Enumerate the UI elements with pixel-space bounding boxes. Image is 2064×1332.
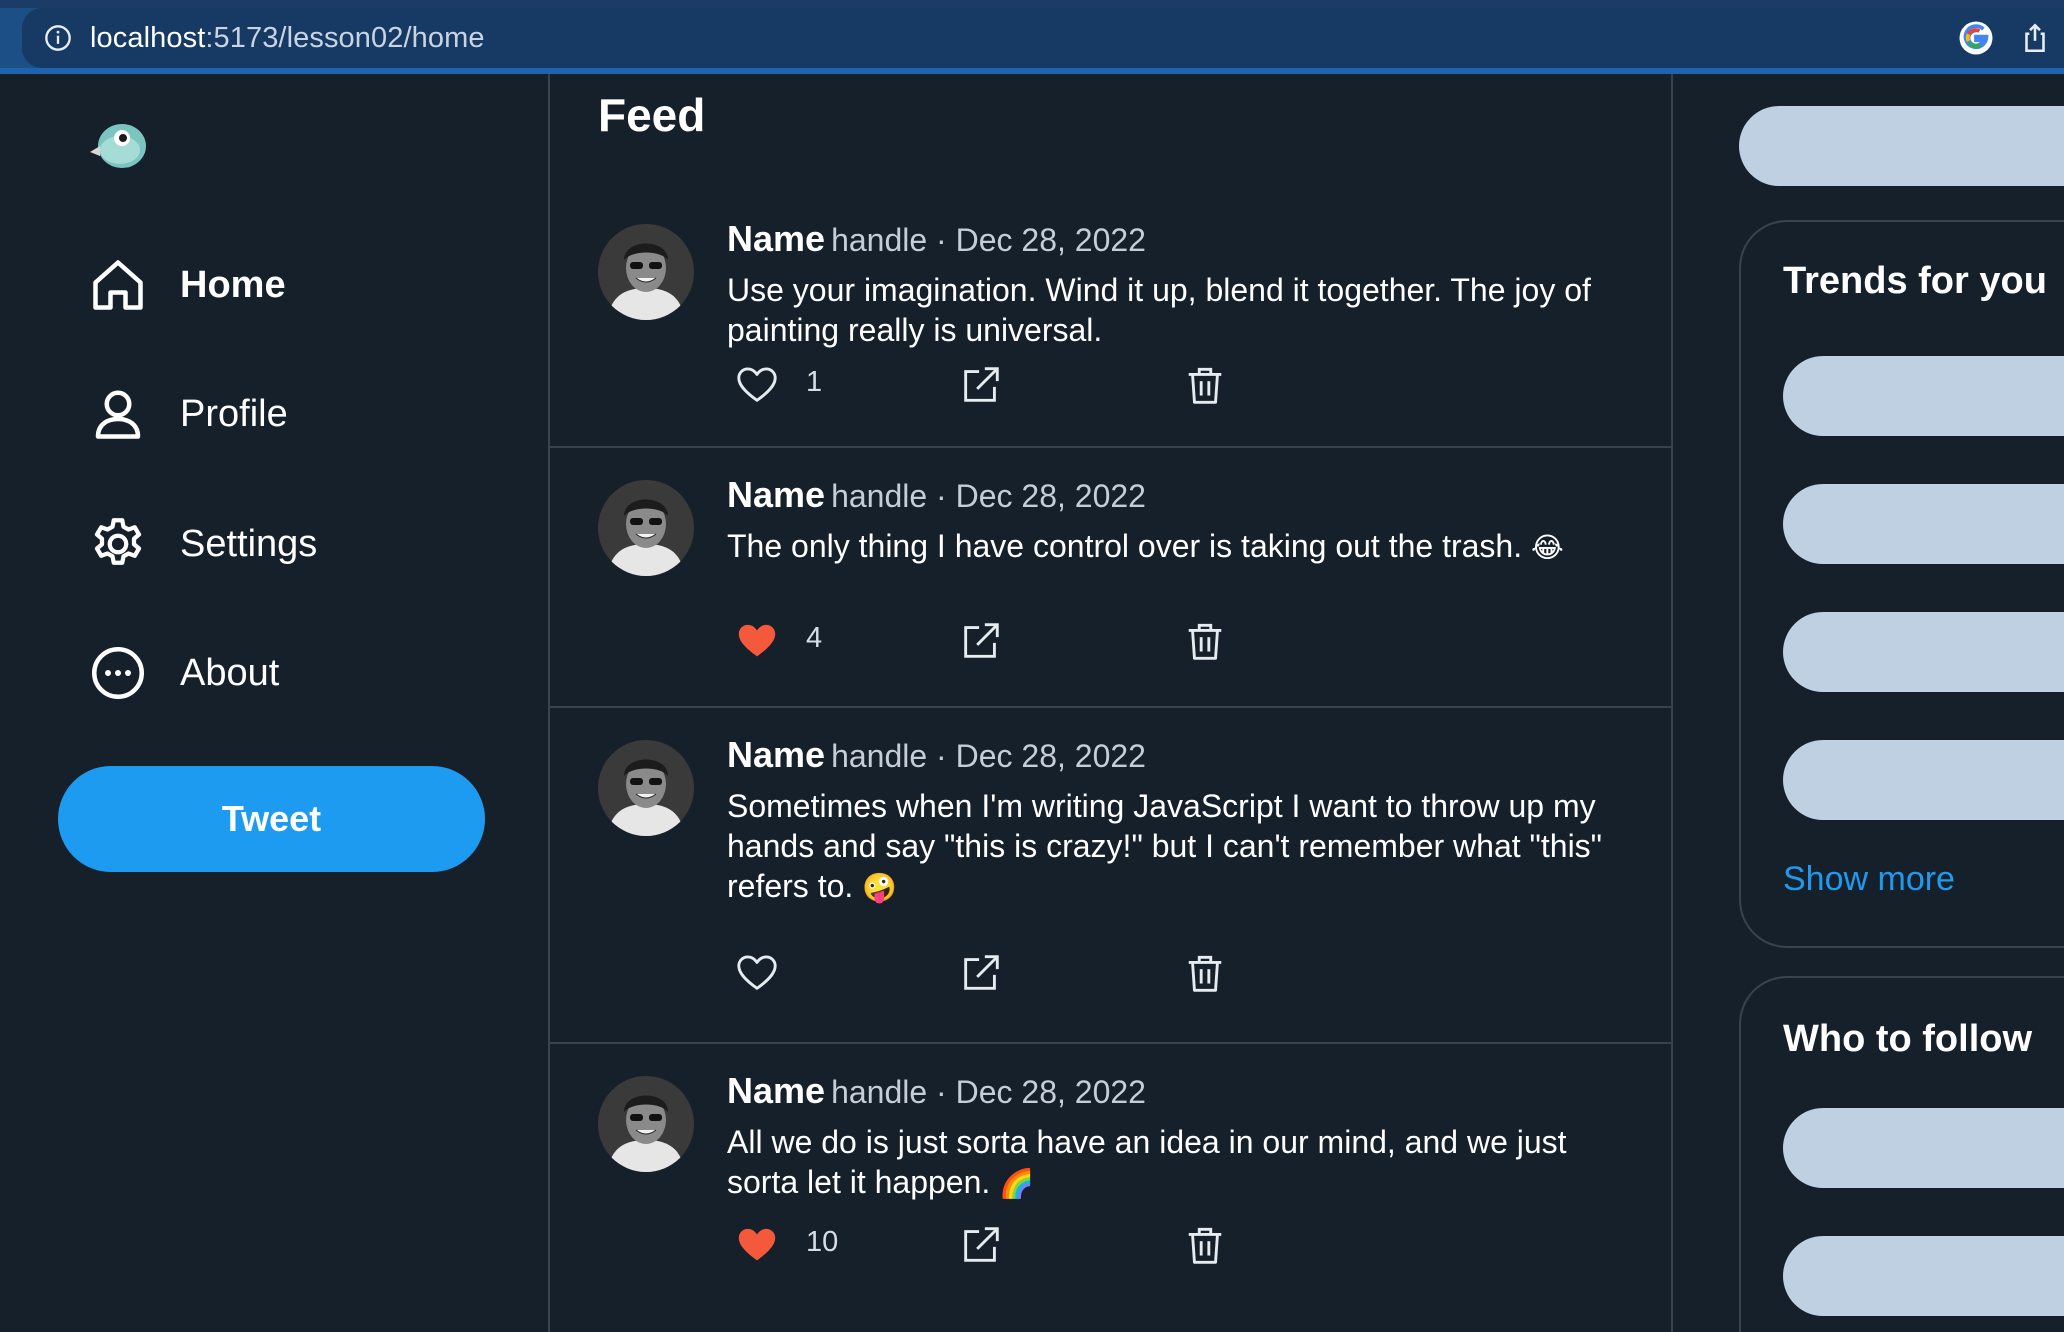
post-text: All we do is just sorta have an idea in …	[727, 1122, 1627, 1204]
address-bar[interactable]: localhost:5173/lesson02/home	[22, 8, 2064, 68]
trend-placeholder[interactable]	[1783, 484, 2064, 564]
post-meta: handle · Dec 28, 2022	[831, 222, 1146, 258]
sidebar-item-profile[interactable]: Profile	[88, 379, 288, 449]
trash-icon[interactable]	[1182, 950, 1228, 996]
feed-post: Name handle · Dec 28, 2022 All we do is j…	[550, 1044, 1671, 1332]
right-sidebar: Trends for you Show more Who to follow	[1673, 74, 2064, 1332]
url-path: :5173/lesson02/home	[205, 21, 485, 54]
post-actions	[734, 950, 1534, 1000]
heart-filled-icon[interactable]	[734, 1222, 780, 1268]
feed-post: Name handle · Dec 28, 2022 Sometimes when…	[550, 708, 1671, 1044]
post-text-body: The only thing I have control over is ta…	[727, 528, 1523, 564]
info-icon[interactable]	[44, 24, 72, 52]
show-more-link[interactable]: Show more	[1783, 860, 1955, 899]
feed: Feed Name handle · Dec 28, 2022 Use your …	[550, 74, 1673, 1332]
page-title: Feed	[598, 89, 706, 141]
post-actions: 1	[734, 362, 1534, 412]
heart-outline-icon[interactable]	[734, 362, 780, 408]
sidebar-item-label: Settings	[180, 522, 318, 565]
post-text-body: Sometimes when I'm writing JavaScript I …	[727, 788, 1603, 904]
gear-icon	[94, 518, 142, 565]
search-placeholder[interactable]	[1739, 106, 2064, 186]
trend-placeholder[interactable]	[1783, 612, 2064, 692]
avatar[interactable]	[598, 1076, 694, 1172]
post-author-name[interactable]: Name	[727, 474, 825, 515]
sidebar-item-label: About	[180, 651, 280, 694]
avatar-image	[598, 740, 694, 836]
trend-placeholder[interactable]	[1783, 356, 2064, 436]
avatar[interactable]	[598, 740, 694, 836]
follow-placeholder[interactable]	[1783, 1108, 2064, 1188]
trend-placeholder[interactable]	[1783, 740, 2064, 820]
post-actions: 4	[734, 618, 1534, 668]
trash-icon[interactable]	[1182, 618, 1228, 664]
home-icon	[93, 260, 143, 310]
share-icon[interactable]	[2018, 20, 2052, 56]
post-text: Use your imagination. Wind it up, blend …	[727, 270, 1627, 350]
post-author-name[interactable]: Name	[727, 1070, 825, 1111]
heart-filled-icon[interactable]	[734, 618, 780, 664]
post-meta: handle · Dec 28, 2022	[831, 738, 1146, 774]
like-count: 10	[806, 1226, 839, 1258]
tweet-button[interactable]: Tweet	[58, 766, 485, 872]
avatar-image	[598, 480, 694, 576]
post-text: The only thing I have control over is ta…	[727, 526, 1627, 568]
bird-logo-icon[interactable]	[86, 114, 150, 174]
post-header: Name handle · Dec 28, 2022	[727, 1070, 1146, 1112]
post-header: Name handle · Dec 28, 2022	[727, 474, 1146, 516]
user-icon	[95, 390, 141, 439]
follow-placeholder[interactable]	[1783, 1236, 2064, 1316]
google-icon[interactable]	[1958, 20, 1994, 56]
avatar[interactable]	[598, 480, 694, 576]
post-emoji: 😂	[1531, 532, 1564, 563]
post-emoji: 🤪	[862, 872, 898, 903]
who-to-follow-title: Who to follow	[1783, 1018, 2033, 1060]
trends-card: Trends for you Show more	[1739, 220, 2064, 948]
browser-tab-strip	[0, 0, 2064, 8]
trash-icon[interactable]	[1182, 362, 1228, 408]
more-circle-icon	[92, 647, 144, 699]
post-actions: 10	[734, 1222, 1534, 1272]
post-text-body: Use your imagination. Wind it up, blend …	[727, 272, 1591, 348]
sidebar-item-home[interactable]: Home	[88, 250, 286, 320]
url-text[interactable]: localhost:5173/lesson02/home	[90, 22, 485, 55]
post-text: Sometimes when I'm writing JavaScript I …	[727, 786, 1627, 908]
post-header: Name handle · Dec 28, 2022	[727, 218, 1146, 260]
post-emoji: 🌈	[999, 1168, 1035, 1199]
external-link-icon[interactable]	[958, 362, 1004, 408]
who-to-follow-card: Who to follow	[1739, 976, 2064, 1332]
trends-title: Trends for you	[1783, 260, 2047, 302]
avatar[interactable]	[598, 224, 694, 320]
feed-post: Name handle · Dec 28, 2022 Use your imagi…	[550, 186, 1671, 448]
heart-outline-icon[interactable]	[734, 950, 780, 996]
post-text-body: All we do is just sorta have an idea in …	[727, 1124, 1567, 1200]
avatar-image	[598, 1076, 694, 1172]
post-meta: handle · Dec 28, 2022	[831, 1074, 1146, 1110]
like-count: 4	[806, 622, 823, 654]
post-header: Name handle · Dec 28, 2022	[727, 734, 1146, 776]
browser-chrome: localhost:5173/lesson02/home	[0, 0, 2064, 74]
avatar-image	[598, 224, 694, 320]
left-sidebar: Home Profile Settings About Tweet	[0, 74, 550, 1332]
feed-post: Name handle · Dec 28, 2022 The only thing…	[550, 448, 1671, 708]
external-link-icon[interactable]	[958, 618, 1004, 664]
like-count: 1	[806, 366, 823, 398]
post-meta: handle · Dec 28, 2022	[831, 478, 1146, 514]
sidebar-item-settings[interactable]: Settings	[88, 509, 317, 579]
post-author-name[interactable]: Name	[727, 218, 825, 259]
post-author-name[interactable]: Name	[727, 734, 825, 775]
sidebar-item-about[interactable]: About	[88, 638, 279, 708]
external-link-icon[interactable]	[958, 950, 1004, 996]
sidebar-item-label: Home	[180, 263, 286, 306]
sidebar-item-label: Profile	[180, 392, 288, 435]
trash-icon[interactable]	[1182, 1222, 1228, 1268]
external-link-icon[interactable]	[958, 1222, 1004, 1268]
url-host: localhost	[90, 21, 206, 54]
